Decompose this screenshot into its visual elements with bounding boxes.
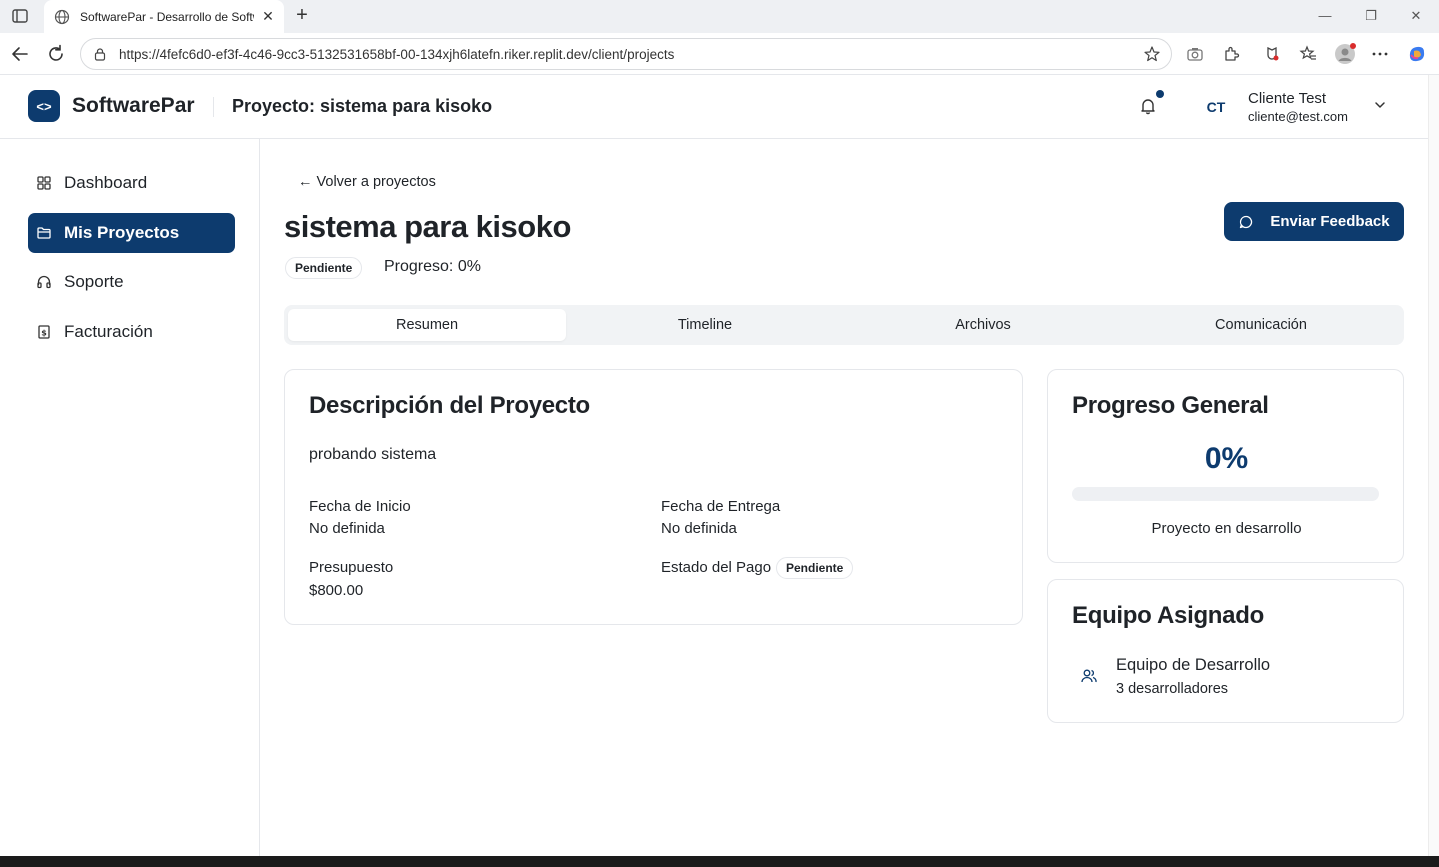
page-scrollbar[interactable] bbox=[1428, 75, 1439, 856]
minimize-icon[interactable]: — bbox=[1315, 6, 1335, 26]
sidebar-item-label: Mis Proyectos bbox=[64, 223, 180, 242]
back-arrow-icon[interactable] bbox=[9, 43, 31, 65]
favorite-star-icon[interactable] bbox=[1143, 45, 1161, 63]
browser-tab[interactable]: SoftwarePar - Desarrollo de Software ✕ bbox=[44, 0, 284, 33]
restore-icon[interactable]: ❐ bbox=[1361, 6, 1381, 26]
os-taskbar bbox=[0, 856, 1439, 867]
extensions-icon[interactable] bbox=[1222, 45, 1240, 63]
team-count: 3 desarrolladores bbox=[1116, 681, 1229, 697]
tab-actions-icon[interactable] bbox=[10, 6, 30, 26]
lock-icon[interactable] bbox=[93, 47, 107, 61]
reload-icon[interactable] bbox=[45, 43, 67, 65]
browser-toolbar: https://4fefc6d0-ef3f-4c46-9cc3-51325316… bbox=[0, 33, 1439, 75]
dashboard-icon bbox=[36, 175, 52, 191]
address-bar[interactable]: https://4fefc6d0-ef3f-4c46-9cc3-51325316… bbox=[80, 38, 1172, 70]
page-title: Proyecto: sistema para kisoko bbox=[232, 96, 493, 116]
url-text: https://4fefc6d0-ef3f-4c46-9cc3-51325316… bbox=[119, 46, 675, 62]
browser-tabbar: SoftwarePar - Desarrollo de Software ✕ +… bbox=[0, 0, 1439, 33]
sidebar-item-dashboard[interactable]: Dashboard bbox=[28, 163, 235, 203]
receipt-icon: $ bbox=[36, 324, 52, 340]
browser-essentials-icon[interactable] bbox=[1263, 45, 1281, 63]
notification-dot bbox=[1156, 90, 1164, 98]
project-description-card: Descripción del Proyecto probando sistem… bbox=[284, 369, 1023, 625]
sidebar-item-label: Soporte bbox=[64, 272, 124, 291]
tab-summary[interactable]: Resumen bbox=[288, 309, 566, 341]
send-feedback-label: Enviar Feedback bbox=[1270, 213, 1390, 230]
sidebar: Dashboard Mis Proyectos Soporte $ Factur… bbox=[0, 139, 260, 856]
folder-icon bbox=[36, 225, 52, 241]
delivery-date-label: Fecha de Entrega bbox=[661, 498, 781, 515]
favorites-icon[interactable] bbox=[1299, 45, 1317, 63]
new-tab-button[interactable]: + bbox=[292, 5, 312, 26]
project-description: probando sistema bbox=[309, 446, 437, 463]
payment-status-badge: Pendiente bbox=[776, 557, 854, 579]
project-tabs: Resumen Timeline Archivos Comunicación bbox=[284, 305, 1404, 345]
brand-name[interactable]: SoftwarePar bbox=[72, 94, 195, 118]
headphones-icon bbox=[36, 274, 52, 290]
chevron-down-icon[interactable] bbox=[1373, 98, 1387, 112]
sidebar-item-label: Dashboard bbox=[64, 173, 148, 192]
tab-files[interactable]: Archivos bbox=[844, 309, 1122, 341]
progress-label: Progreso: 0% bbox=[384, 258, 481, 275]
message-icon bbox=[1240, 215, 1253, 228]
delivery-date-value: No definida bbox=[661, 520, 737, 537]
avatar[interactable]: CT bbox=[1200, 95, 1232, 119]
browser-tab-title: SoftwarePar - Desarrollo de Software bbox=[80, 9, 254, 24]
sidebar-item-label: Facturación bbox=[64, 322, 153, 341]
close-tab-icon[interactable]: ✕ bbox=[260, 8, 276, 25]
bell-icon[interactable] bbox=[1139, 97, 1157, 115]
logo-icon[interactable]: <> bbox=[28, 90, 60, 122]
svg-text:$: $ bbox=[41, 329, 47, 338]
tab-communication[interactable]: Comunicación bbox=[1122, 309, 1400, 341]
progress-percent: 0% bbox=[1204, 442, 1249, 475]
team-name: Equipo de Desarrollo bbox=[1116, 656, 1271, 674]
user-name[interactable]: Cliente Test bbox=[1248, 90, 1326, 107]
budget-label: Presupuesto bbox=[309, 559, 394, 576]
start-date-value: No definida bbox=[309, 520, 385, 537]
back-to-projects-link[interactable]: ← Volver a proyectos bbox=[298, 174, 436, 190]
start-date-label: Fecha de Inicio bbox=[309, 498, 411, 515]
progress-bar bbox=[1072, 487, 1379, 501]
sidebar-item-projects[interactable]: Mis Proyectos bbox=[28, 213, 235, 253]
status-badge: Pendiente bbox=[285, 257, 363, 279]
user-email[interactable]: cliente@test.com bbox=[1248, 109, 1348, 124]
users-icon bbox=[1081, 669, 1097, 683]
tab-timeline[interactable]: Timeline bbox=[566, 309, 844, 341]
camera-icon[interactable] bbox=[1186, 45, 1204, 63]
app-header: <> SoftwarePar Proyecto: sistema para ki… bbox=[0, 75, 1428, 139]
send-feedback-button[interactable]: Enviar Feedback bbox=[1224, 202, 1404, 241]
card-title: Equipo Asignado bbox=[1072, 602, 1264, 629]
copilot-icon[interactable] bbox=[1406, 43, 1428, 65]
sidebar-item-billing[interactable]: $ Facturación bbox=[28, 312, 235, 352]
globe-icon bbox=[54, 9, 70, 24]
general-progress-card: Progreso General 0% Proyecto en desarrol… bbox=[1047, 369, 1404, 563]
close-window-icon[interactable]: ✕ bbox=[1406, 6, 1426, 26]
payment-status-label: Estado del Pago bbox=[661, 559, 772, 576]
assigned-team-card: Equipo Asignado Equipo de Desarrollo 3 d… bbox=[1047, 579, 1404, 723]
more-icon[interactable] bbox=[1371, 45, 1389, 63]
project-title: sistema para kisoko bbox=[284, 209, 571, 244]
budget-value: $800.00 bbox=[309, 582, 364, 599]
header-divider bbox=[213, 97, 214, 117]
card-title: Descripción del Proyecto bbox=[309, 392, 590, 419]
progress-note: Proyecto en desarrollo bbox=[1151, 520, 1302, 537]
sidebar-item-support[interactable]: Soporte bbox=[28, 262, 235, 302]
profile-icon[interactable] bbox=[1334, 43, 1356, 65]
card-title: Progreso General bbox=[1072, 392, 1269, 419]
